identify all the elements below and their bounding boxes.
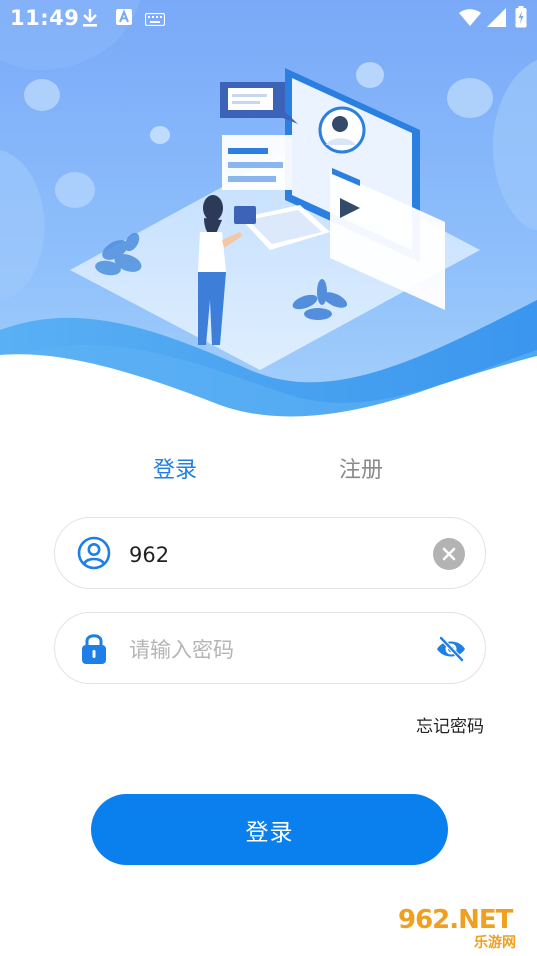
lock-icon (77, 631, 111, 665)
forgot-password-link[interactable]: 忘记密码 (416, 712, 484, 737)
status-time: 11:49 (10, 6, 80, 30)
tab-login[interactable]: 登录 (153, 452, 197, 484)
download-icon (81, 8, 99, 32)
status-bar: 11:49 (0, 0, 537, 36)
watermark-logo: 962.NET 乐游网 (398, 905, 532, 953)
login-button[interactable]: 登录 (91, 794, 448, 865)
watermark-sub: 乐游网 (474, 935, 516, 951)
password-field[interactable] (54, 612, 486, 684)
password-input[interactable] (127, 627, 431, 673)
signal-icon (487, 8, 507, 32)
a-icon (116, 9, 132, 29)
username-input[interactable] (127, 532, 431, 578)
eye-slash-icon[interactable] (435, 635, 467, 663)
user-icon (77, 536, 111, 570)
auth-tabs: 登录 注册 (0, 446, 537, 490)
wifi-icon (459, 9, 481, 31)
battery-icon (515, 6, 527, 32)
keyboard-icon (144, 11, 166, 30)
clear-icon[interactable] (433, 538, 465, 570)
hero-illustration (0, 0, 537, 440)
tab-register[interactable]: 注册 (339, 452, 383, 484)
username-field[interactable] (54, 517, 486, 589)
watermark-main: 962.NET (398, 905, 513, 935)
